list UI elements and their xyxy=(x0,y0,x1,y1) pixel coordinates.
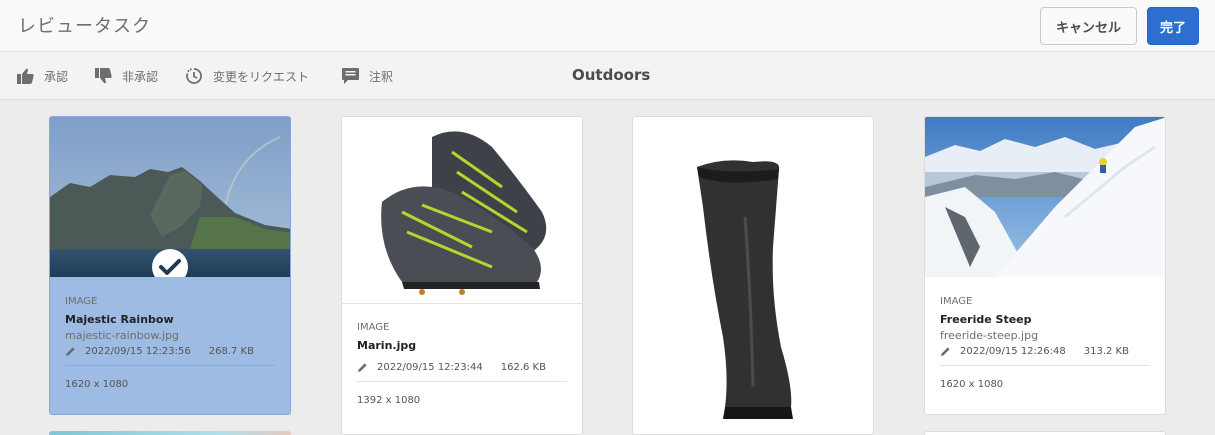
asset-dimensions: 1620 x 1080 xyxy=(65,379,129,390)
pencil-icon xyxy=(358,363,367,372)
asset-card-marin[interactable]: IMAGE Marin.jpg 2022/09/15 12:23:44 162.… xyxy=(341,116,583,435)
asset-modified-row: 2022/09/15 12:26:48 313.2 KB xyxy=(940,346,1150,357)
asset-title: Majestic Rainbow xyxy=(65,313,174,326)
pencil-icon xyxy=(66,347,75,356)
request-changes-label: 変更をリクエスト xyxy=(213,69,310,84)
divider xyxy=(940,365,1150,366)
asset-size: 313.2 KB xyxy=(1083,346,1129,357)
divider xyxy=(357,381,567,382)
asset-thumbnail xyxy=(633,117,873,434)
asset-size: 162.6 KB xyxy=(500,362,546,373)
asset-card-freeride-steep[interactable]: IMAGE Freeride Steep freeride-steep.jpg … xyxy=(924,116,1166,415)
asset-type: IMAGE xyxy=(940,296,973,307)
asset-title: Marin.jpg xyxy=(357,339,417,352)
action-bar: 承認 非承認 変更をリクエスト 注釈 Outdoors xyxy=(0,52,1215,100)
asset-title: Freeride Steep xyxy=(940,313,1032,326)
pencil-icon xyxy=(941,347,950,356)
asset-filename: freeride-steep.jpg xyxy=(940,329,1039,342)
divider xyxy=(65,365,275,366)
approve-action[interactable]: 承認 xyxy=(17,52,68,100)
asset-dimensions: 1392 x 1080 xyxy=(357,395,421,406)
asset-meta: IMAGE Freeride Steep freeride-steep.jpg … xyxy=(940,296,1150,390)
clock-icon xyxy=(186,68,202,84)
thumbs-up-icon xyxy=(17,68,34,84)
comment-icon xyxy=(342,68,359,84)
asset-card-boot[interactable] xyxy=(632,116,874,435)
asset-meta: IMAGE Majestic Rainbow majestic-rainbow.… xyxy=(65,296,275,390)
done-button[interactable]: 完了 xyxy=(1147,7,1199,45)
request-changes-action[interactable]: 変更をリクエスト xyxy=(185,52,309,100)
asset-size: 268.7 KB xyxy=(208,346,254,357)
asset-meta: IMAGE Marin.jpg 2022/09/15 12:23:44 162.… xyxy=(357,322,567,406)
asset-thumbnail xyxy=(342,117,582,304)
asset-thumbnail xyxy=(50,117,290,277)
asset-card-next-row[interactable] xyxy=(924,431,1166,435)
reject-action[interactable]: 非承認 xyxy=(95,52,158,100)
asset-dimensions: 1620 x 1080 xyxy=(940,379,1004,390)
asset-filename: majestic-rainbow.jpg xyxy=(65,329,179,342)
asset-card-majestic-rainbow[interactable]: IMAGE Majestic Rainbow majestic-rainbow.… xyxy=(49,116,291,415)
asset-modified-row: 2022/09/15 12:23:56 268.7 KB xyxy=(65,346,275,357)
asset-type: IMAGE xyxy=(357,322,390,333)
reject-label: 非承認 xyxy=(122,69,159,84)
asset-card-next-row[interactable] xyxy=(49,431,291,435)
thumbs-down-icon xyxy=(95,68,112,84)
asset-modified: 2022/09/15 12:26:48 xyxy=(960,346,1066,357)
cancel-button[interactable]: キャンセル xyxy=(1040,7,1137,45)
title-bar: レビュータスク キャンセル 完了 xyxy=(0,0,1215,52)
asset-thumbnail xyxy=(925,117,1165,277)
asset-modified: 2022/09/15 12:23:56 xyxy=(85,346,191,357)
annotate-label: 注釈 xyxy=(369,69,394,84)
selected-check-icon xyxy=(152,249,188,277)
asset-modified-row: 2022/09/15 12:23:44 162.6 KB xyxy=(357,362,567,373)
page-title: レビュータスク xyxy=(18,16,151,37)
asset-type: IMAGE xyxy=(65,296,98,307)
asset-modified: 2022/09/15 12:23:44 xyxy=(377,362,483,373)
folder-title: Outdoors xyxy=(572,66,651,84)
annotate-action[interactable]: 注釈 xyxy=(342,52,393,100)
approve-label: 承認 xyxy=(44,69,69,84)
